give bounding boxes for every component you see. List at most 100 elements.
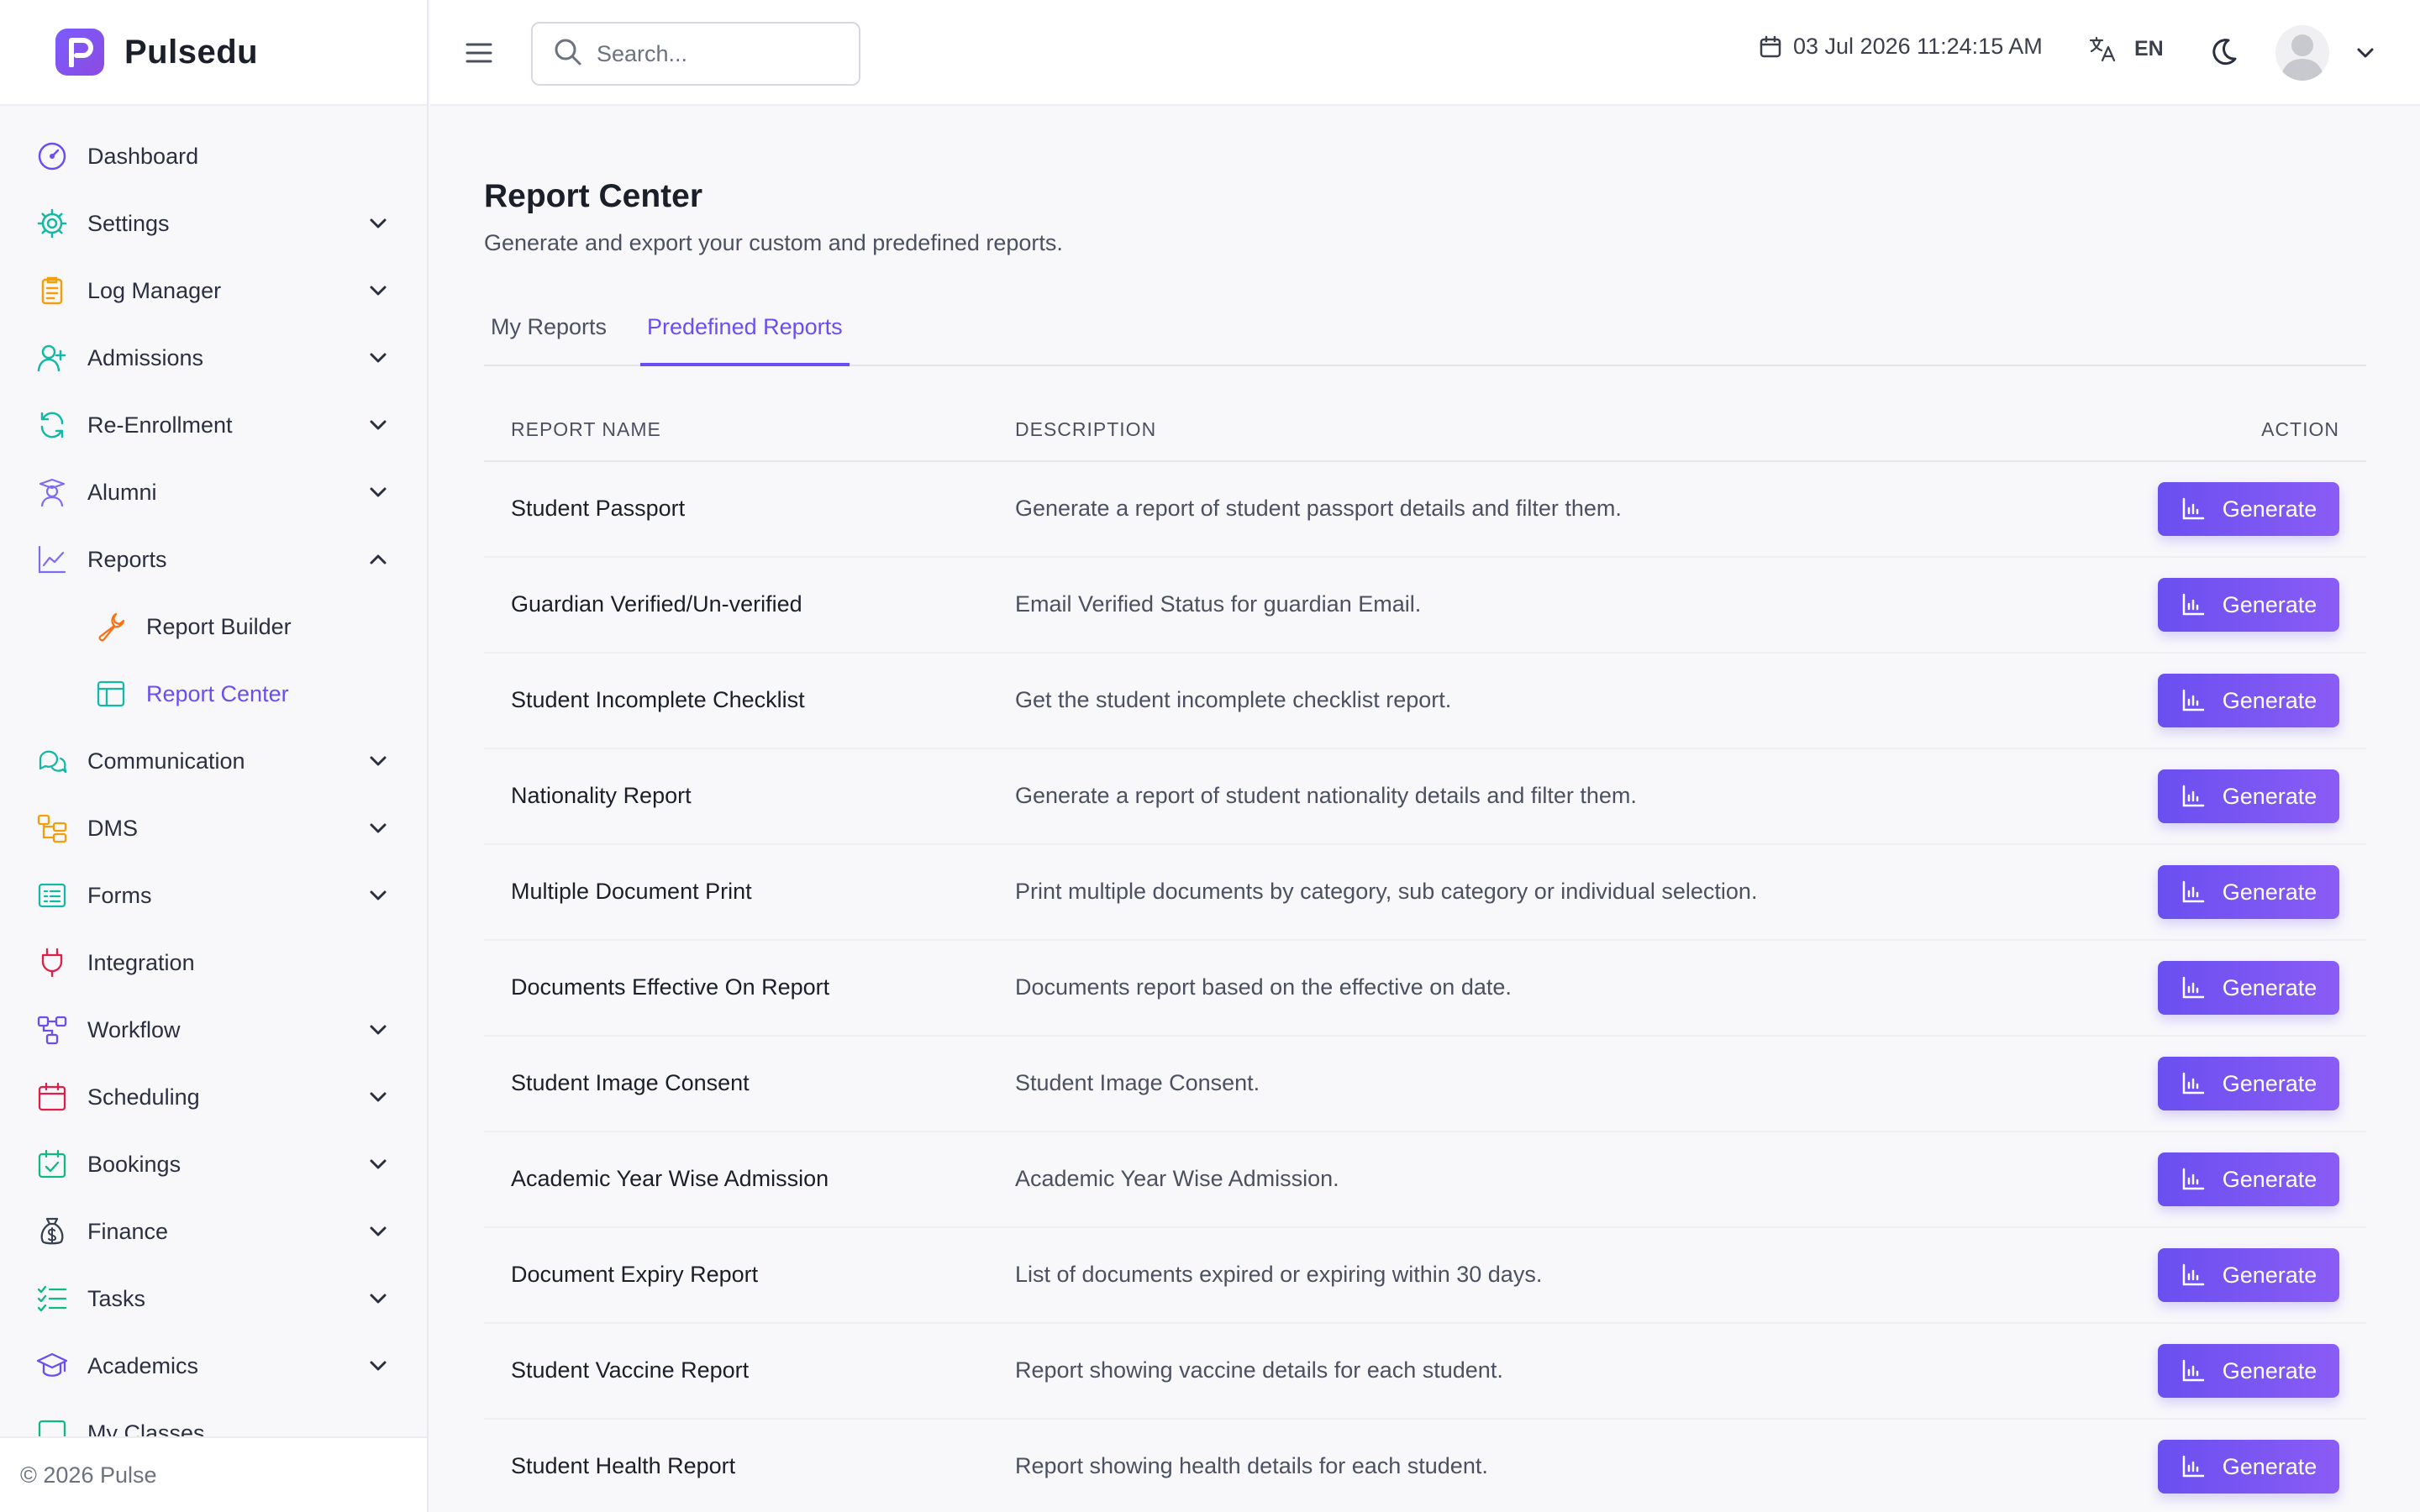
chevron-down-icon[interactable] <box>365 412 392 438</box>
clipboard-icon <box>35 274 69 307</box>
chevron-down-icon[interactable] <box>365 882 392 909</box>
chevron-down-icon[interactable] <box>365 1016 392 1043</box>
topbar: 03 Jul 2026 11:24:15 AM EN <box>430 0 2420 106</box>
user-menu-chevron-down-icon[interactable] <box>2353 40 2378 66</box>
sidebar-item-settings[interactable]: Settings <box>0 190 427 257</box>
generate-button[interactable]: Generate <box>2158 674 2339 727</box>
sidebar-item-re-enrollment[interactable]: Re-Enrollment <box>0 391 427 459</box>
sidebar-item-alumni[interactable]: Alumni <box>0 459 427 526</box>
table-header: REPORT NAME DESCRIPTION ACTION <box>484 395 2366 462</box>
chevron-down-icon[interactable] <box>365 815 392 842</box>
generate-button[interactable]: Generate <box>2158 1152 2339 1206</box>
line-chart-icon <box>35 543 69 576</box>
chevron-down-icon[interactable] <box>365 1352 392 1379</box>
sidebar-item-label: Admissions <box>87 344 204 370</box>
sidebar-item-report-builder[interactable]: Report Builder <box>0 593 427 660</box>
table-row: Nationality Report Generate a report of s… <box>484 749 2366 845</box>
generate-label: Generate <box>2222 879 2317 905</box>
sidebar-item-integration[interactable]: Integration <box>0 929 427 996</box>
report-description: Report showing vaccine details for each … <box>1015 1357 1503 1383</box>
sidebar-item-label: Communication <box>87 748 245 774</box>
generate-button[interactable]: Generate <box>2158 1440 2339 1494</box>
generate-label: Generate <box>2222 1166 2317 1192</box>
sidebar-item-forms[interactable]: Forms <box>0 862 427 929</box>
table-body: Student Passport Generate a report of stu… <box>484 462 2366 1512</box>
sidebar-item-dms[interactable]: DMS <box>0 795 427 862</box>
chat-icon <box>35 744 69 778</box>
report-name: Student Vaccine Report <box>511 1357 750 1383</box>
chevron-down-icon[interactable] <box>365 277 392 304</box>
sidebar-nav: Dashboard Settings Log Manager Admissions Re… <box>0 106 427 1467</box>
generate-button[interactable]: Generate <box>2158 578 2339 632</box>
sidebar-item-report-center[interactable]: Report Center <box>0 660 427 727</box>
table-row: Student Image Consent Student Image Conse… <box>484 1037 2366 1132</box>
language-switcher[interactable]: EN <box>2087 34 2164 64</box>
chevron-down-icon[interactable] <box>365 1218 392 1245</box>
generate-button[interactable]: Generate <box>2158 1344 2339 1398</box>
sidebar-item-dashboard[interactable]: Dashboard <box>0 123 427 190</box>
tab-my-reports[interactable]: My Reports <box>491 301 607 366</box>
page-title: Report Center <box>484 178 703 214</box>
bar-chart-icon <box>2181 784 2206 809</box>
sidebar-item-label: Report Center <box>146 680 289 706</box>
sidebar-item-workflow[interactable]: Workflow <box>0 996 427 1063</box>
search-input[interactable] <box>597 40 849 67</box>
report-description: Get the student incomplete checklist rep… <box>1015 687 1452 712</box>
user-avatar[interactable] <box>2275 25 2329 81</box>
calendar-icon <box>35 1080 69 1114</box>
checklist-icon <box>35 1282 69 1315</box>
sidebar-item-label: Dashboard <box>87 143 199 169</box>
brand-name: Pulsedu <box>124 33 259 71</box>
wrench-icon <box>94 610 128 643</box>
brand[interactable]: Pulsedu <box>0 0 427 106</box>
datetime-text: 03 Jul 2026 11:24:15 AM <box>1793 34 2043 59</box>
chevron-down-icon[interactable] <box>365 1285 392 1312</box>
chevron-down-icon[interactable] <box>365 748 392 774</box>
chevron-down-icon[interactable] <box>365 479 392 506</box>
sidebar-item-tasks[interactable]: Tasks <box>0 1265 427 1332</box>
bar-chart-icon <box>2181 496 2206 522</box>
translate-icon <box>2087 34 2118 64</box>
sidebar: Pulsedu Dashboard Settings Log Manager Admi… <box>0 0 429 1512</box>
language-code: EN <box>2134 36 2164 60</box>
chevron-down-icon[interactable] <box>365 344 392 371</box>
refresh-icon <box>35 408 69 442</box>
sidebar-item-communication[interactable]: Communication <box>0 727 427 795</box>
dark-mode-moon-icon[interactable] <box>2207 35 2240 69</box>
sidebar-item-academics[interactable]: Academics <box>0 1332 427 1399</box>
sidebar-item-reports[interactable]: Reports <box>0 526 427 593</box>
generate-button[interactable]: Generate <box>2158 769 2339 823</box>
table-row: Student Vaccine Report Report showing vac… <box>484 1324 2366 1420</box>
generate-button[interactable]: Generate <box>2158 1248 2339 1302</box>
table-row: Student Health Report Report showing heal… <box>484 1420 2366 1512</box>
sidebar-item-label: Bookings <box>87 1151 182 1177</box>
generate-button[interactable]: Generate <box>2158 865 2339 919</box>
search-box[interactable] <box>531 22 860 86</box>
dashboard-icon <box>35 139 69 173</box>
sidebar-item-finance[interactable]: Finance <box>0 1198 427 1265</box>
report-description: Academic Year Wise Admission. <box>1015 1166 1339 1191</box>
chevron-down-icon[interactable] <box>365 210 392 237</box>
generate-label: Generate <box>2222 1070 2317 1096</box>
report-name: Nationality Report <box>511 783 692 808</box>
sidebar-item-bookings[interactable]: Bookings <box>0 1131 427 1198</box>
generate-label: Generate <box>2222 496 2317 522</box>
sidebar-item-label: Finance <box>87 1218 169 1244</box>
generate-label: Generate <box>2222 1453 2317 1479</box>
chevron-down-icon[interactable] <box>365 1151 392 1178</box>
generate-button[interactable]: Generate <box>2158 961 2339 1015</box>
search-icon <box>553 37 583 71</box>
report-description: List of documents expired or expiring wi… <box>1015 1262 1543 1287</box>
tab-predefined-reports[interactable]: Predefined Reports <box>640 301 850 366</box>
table-row: Guardian Verified/Un-verified Email Verif… <box>484 558 2366 654</box>
bar-chart-icon <box>2181 1167 2206 1192</box>
sidebar-item-admissions[interactable]: Admissions <box>0 324 427 391</box>
sidebar-item-scheduling[interactable]: Scheduling <box>0 1063 427 1131</box>
hamburger-menu-icon[interactable] <box>462 36 496 70</box>
generate-button[interactable]: Generate <box>2158 1057 2339 1110</box>
chevron-up-icon[interactable] <box>365 546 392 573</box>
generate-button[interactable]: Generate <box>2158 482 2339 536</box>
form-icon <box>35 879 69 912</box>
sidebar-item-log-manager[interactable]: Log Manager <box>0 257 427 324</box>
chevron-down-icon[interactable] <box>365 1084 392 1110</box>
